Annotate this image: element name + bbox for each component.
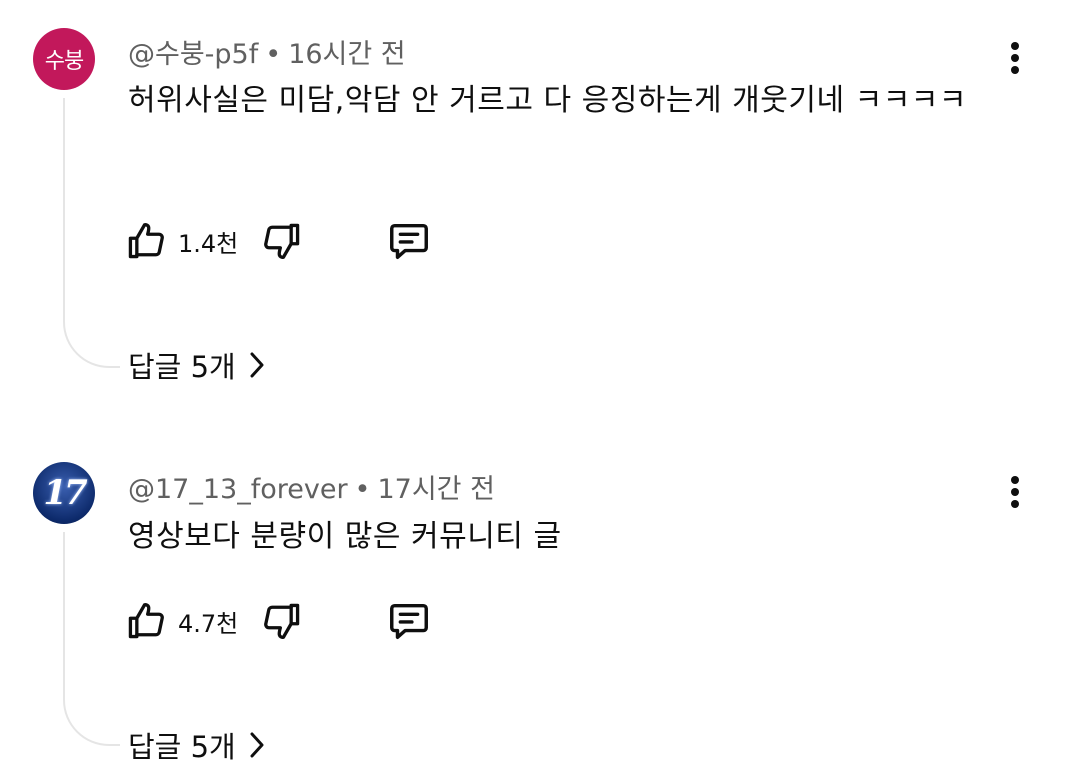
comment-time: 17시간 전 (377, 474, 495, 505)
reply-comment-icon (390, 603, 429, 640)
more-vertical-icon (1011, 476, 1019, 508)
author-name[interactable]: @17_13_forever (128, 474, 348, 505)
view-replies-button[interactable]: 답글 5개 (128, 724, 266, 766)
thread-line (63, 532, 120, 746)
like-count: 1.4천 (178, 229, 239, 258)
comment-text: 영상보다 분량이 많은 커뮤니티 글 (128, 519, 562, 554)
dislike-button[interactable] (260, 219, 304, 263)
chevron-right-icon (250, 732, 264, 758)
thread-line (63, 98, 120, 368)
chevron-right-icon (250, 352, 264, 378)
comment-header: @수붕-p5f • 16시간 전 (128, 32, 406, 71)
avatar-initials: 수붕 (44, 49, 84, 74)
avatar[interactable]: 17 (33, 462, 95, 524)
reply-button[interactable] (386, 598, 432, 644)
more-options-button[interactable] (1000, 472, 1030, 512)
thumbs-up-icon (128, 223, 164, 259)
more-vertical-icon (1011, 42, 1019, 74)
comment-text: 허위사실은 미담,악담 안 거르고 다 응징하는게 개웃기네 ㅋㅋㅋㅋ (128, 83, 967, 118)
comment-actions: 1.4천 (124, 216, 432, 266)
reply-button[interactable] (386, 218, 432, 264)
comment-header: @17_13_forever • 17시간 전 (128, 467, 495, 506)
separator-dot: • (354, 474, 371, 505)
like-button[interactable] (124, 219, 168, 263)
like-button[interactable] (124, 599, 168, 643)
view-replies-button[interactable]: 답글 5개 (128, 344, 266, 386)
separator-dot: • (265, 39, 282, 70)
thumbs-up-icon (128, 603, 164, 639)
author-name[interactable]: @수붕-p5f (128, 39, 258, 70)
avatar[interactable]: 수붕 (33, 28, 95, 90)
comment-actions: 4.7천 (124, 596, 432, 646)
like-count: 4.7천 (178, 609, 239, 638)
thumbs-down-icon (264, 603, 300, 639)
replies-label: 답글 5개 (128, 730, 236, 764)
comment-time: 16시간 전 (288, 39, 406, 70)
replies-label: 답글 5개 (128, 350, 236, 384)
more-options-button[interactable] (1000, 38, 1030, 78)
thumbs-down-icon (264, 223, 300, 259)
dislike-button[interactable] (260, 599, 304, 643)
avatar-initials: 17 (43, 473, 87, 513)
reply-comment-icon (390, 223, 429, 260)
